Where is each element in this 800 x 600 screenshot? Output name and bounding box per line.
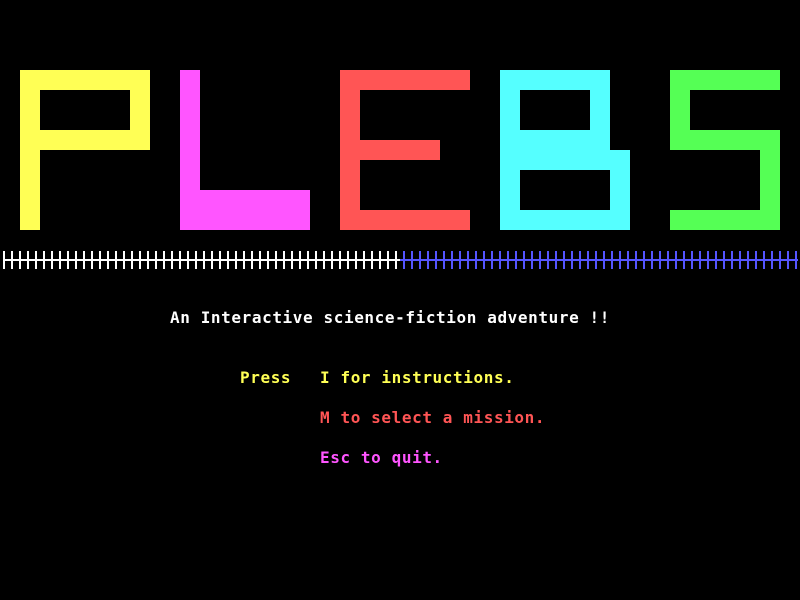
press-label: Press	[240, 368, 292, 387]
letter-e-shape	[340, 70, 470, 230]
title-letter-s	[670, 70, 780, 230]
title-letter-p	[20, 70, 150, 230]
letter-b-shape	[500, 70, 630, 230]
title-letter-b	[500, 70, 630, 230]
title-letter-e	[340, 70, 470, 230]
letter-l-shape	[180, 70, 310, 230]
letter-s-shape	[670, 70, 780, 230]
tick-ruler	[0, 248, 800, 272]
title-screen: An Interactive science-fiction adventure…	[0, 0, 800, 600]
menu-option-quit[interactable]: Esc to quit.	[320, 448, 443, 468]
menu-option-instructions[interactable]: I for instructions.	[320, 368, 514, 388]
title-letter-l	[180, 70, 310, 230]
menu-option-mission[interactable]: M to select a mission.	[320, 408, 545, 428]
tagline: An Interactive science-fiction adventure…	[170, 308, 611, 327]
letter-p-shape	[20, 70, 150, 230]
